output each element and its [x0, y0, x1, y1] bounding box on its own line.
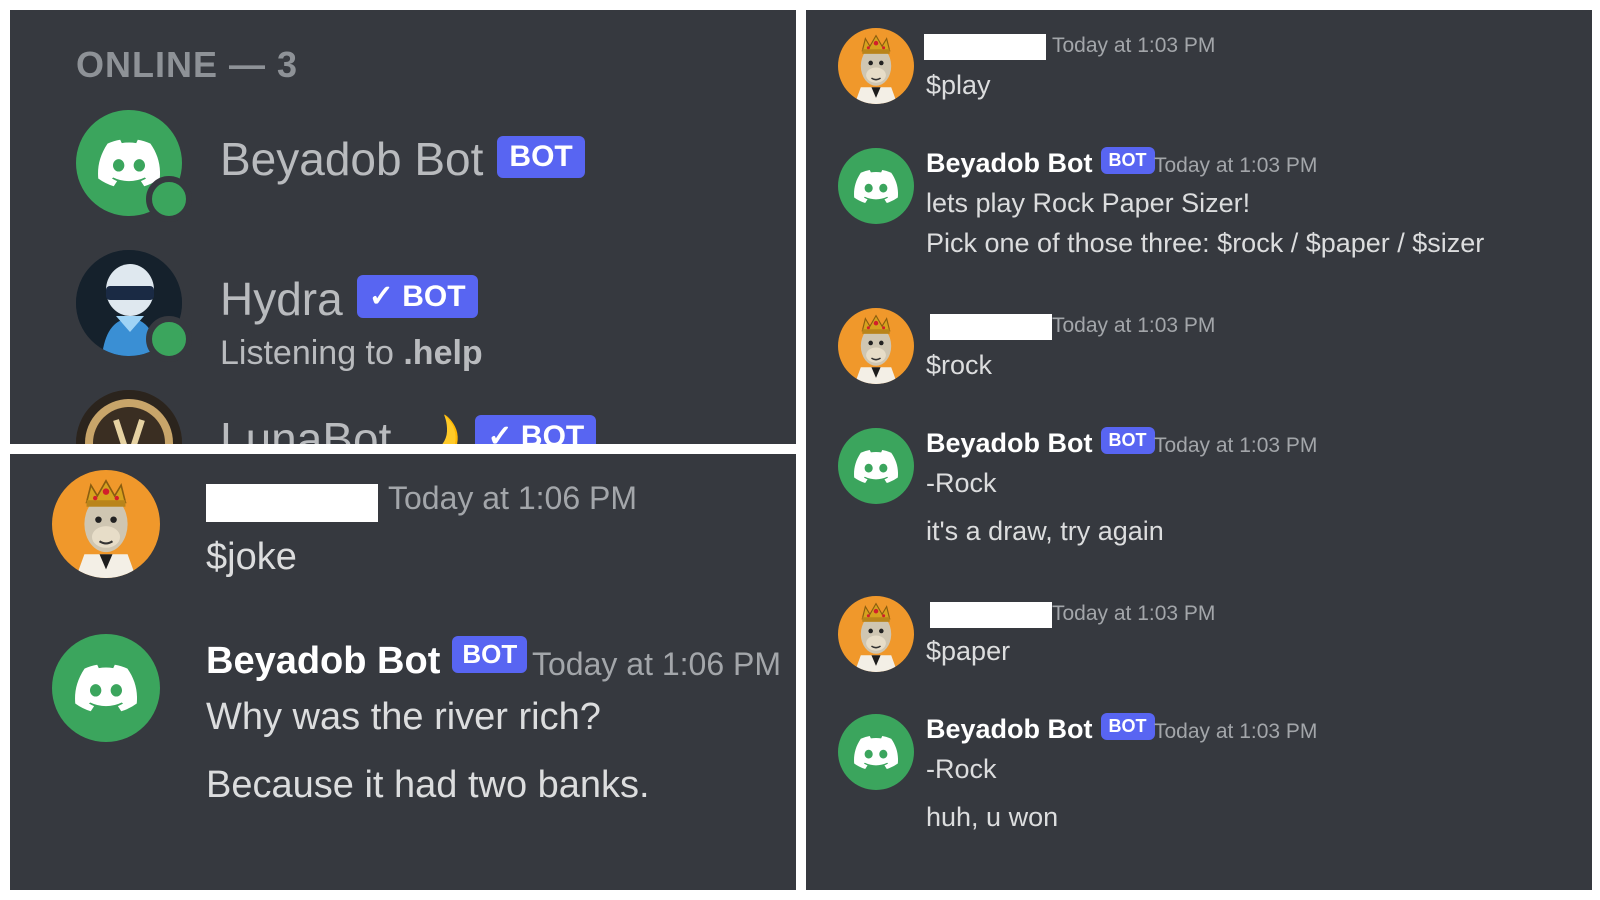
- member-name-text: Hydra: [220, 273, 343, 325]
- message-author[interactable]: Beyadob Bot BOT: [926, 427, 1155, 459]
- message-text: $play: [926, 70, 991, 100]
- message-author[interactable]: Beyadob Bot BOT: [926, 147, 1155, 179]
- message-timestamp: Today at 1:06 PM: [388, 480, 638, 516]
- member-name: LunaBot 🌙 ✓ BOT: [220, 412, 597, 444]
- activity-prefix: Listening to: [220, 334, 404, 372]
- message-text: it's a draw, try again: [926, 516, 1164, 546]
- luna-avatar-icon: [76, 390, 182, 444]
- discord-logo-icon: [838, 148, 914, 224]
- discord-logo-icon: [52, 634, 160, 742]
- message-text: lets play Rock Paper Sizer!: [926, 188, 1251, 218]
- message-timestamp: Today at 1:03 PM: [1154, 720, 1318, 743]
- member-name: Hydra ✓ BOT: [220, 272, 478, 326]
- rps-chat-panel: Today at 1:03 PM $play Beyadob Bot BOT To…: [806, 10, 1592, 890]
- member-activity: Listening to .help: [220, 334, 483, 373]
- joke-chat-panel: Today at 1:06 PM $joke Beyadob Bot BOT To…: [10, 454, 796, 890]
- activity-value: .help: [403, 334, 483, 372]
- redacted-username: [206, 484, 378, 522]
- message-timestamp: Today at 1:03 PM: [1154, 154, 1318, 177]
- member-name-text: Beyadob Bot: [220, 133, 484, 185]
- message-text: $rock: [926, 350, 993, 380]
- bot-tag: BOT: [452, 636, 528, 674]
- message-author[interactable]: Beyadob Bot BOT: [926, 713, 1155, 745]
- message-text: $paper: [926, 636, 1011, 666]
- bot-tag: BOT: [1100, 713, 1155, 741]
- redacted-username: [924, 34, 1046, 60]
- member-name-text: LunaBot: [220, 413, 392, 444]
- member-list-panel: ONLINE — 3 Beyadob Bot BOT Hydra ✓ BOT Lis…: [10, 10, 796, 444]
- ape-avatar-icon: [838, 596, 914, 672]
- verified-bot-tag: ✓ BOT: [475, 415, 597, 444]
- online-section-header: ONLINE — 3: [76, 44, 299, 85]
- moon-emoji-icon: 🌙: [404, 413, 462, 444]
- message-timestamp: Today at 1:03 PM: [1052, 314, 1216, 337]
- member-name: Beyadob Bot BOT: [220, 132, 585, 186]
- ape-avatar-icon: [52, 470, 160, 578]
- verified-bot-tag: ✓ BOT: [356, 275, 478, 319]
- online-status-icon: [146, 176, 192, 222]
- message-text: Pick one of those three: $rock / $paper …: [926, 228, 1485, 258]
- message-author[interactable]: Beyadob Bot BOT: [206, 636, 528, 683]
- discord-logo-icon: [838, 714, 914, 790]
- bot-tag: BOT: [1100, 147, 1155, 175]
- message-text: $joke: [206, 536, 297, 578]
- message-timestamp: Today at 1:03 PM: [1154, 434, 1318, 457]
- author-name[interactable]: Beyadob Bot: [926, 428, 1093, 458]
- message-text: Because it had two banks.: [206, 764, 650, 806]
- redacted-username: [930, 602, 1052, 628]
- message-text: Why was the river rich?: [206, 696, 601, 738]
- message-timestamp: Today at 1:03 PM: [1052, 34, 1216, 57]
- message-text: huh, u won: [926, 802, 1059, 832]
- author-name[interactable]: Beyadob Bot: [926, 148, 1093, 178]
- author-name[interactable]: Beyadob Bot: [926, 714, 1093, 744]
- redacted-username: [930, 314, 1052, 340]
- message-timestamp: Today at 1:06 PM: [532, 646, 782, 682]
- ape-avatar-icon: [838, 28, 914, 104]
- bot-tag: BOT: [497, 135, 585, 178]
- message-text: -Rock: [926, 754, 997, 784]
- online-status-icon: [146, 316, 192, 362]
- message-timestamp: Today at 1:03 PM: [1052, 602, 1216, 625]
- author-name[interactable]: Beyadob Bot: [206, 640, 440, 682]
- discord-logo-icon: [838, 428, 914, 504]
- message-text: -Rock: [926, 468, 997, 498]
- bot-tag: BOT: [1100, 427, 1155, 455]
- ape-avatar-icon: [838, 308, 914, 384]
